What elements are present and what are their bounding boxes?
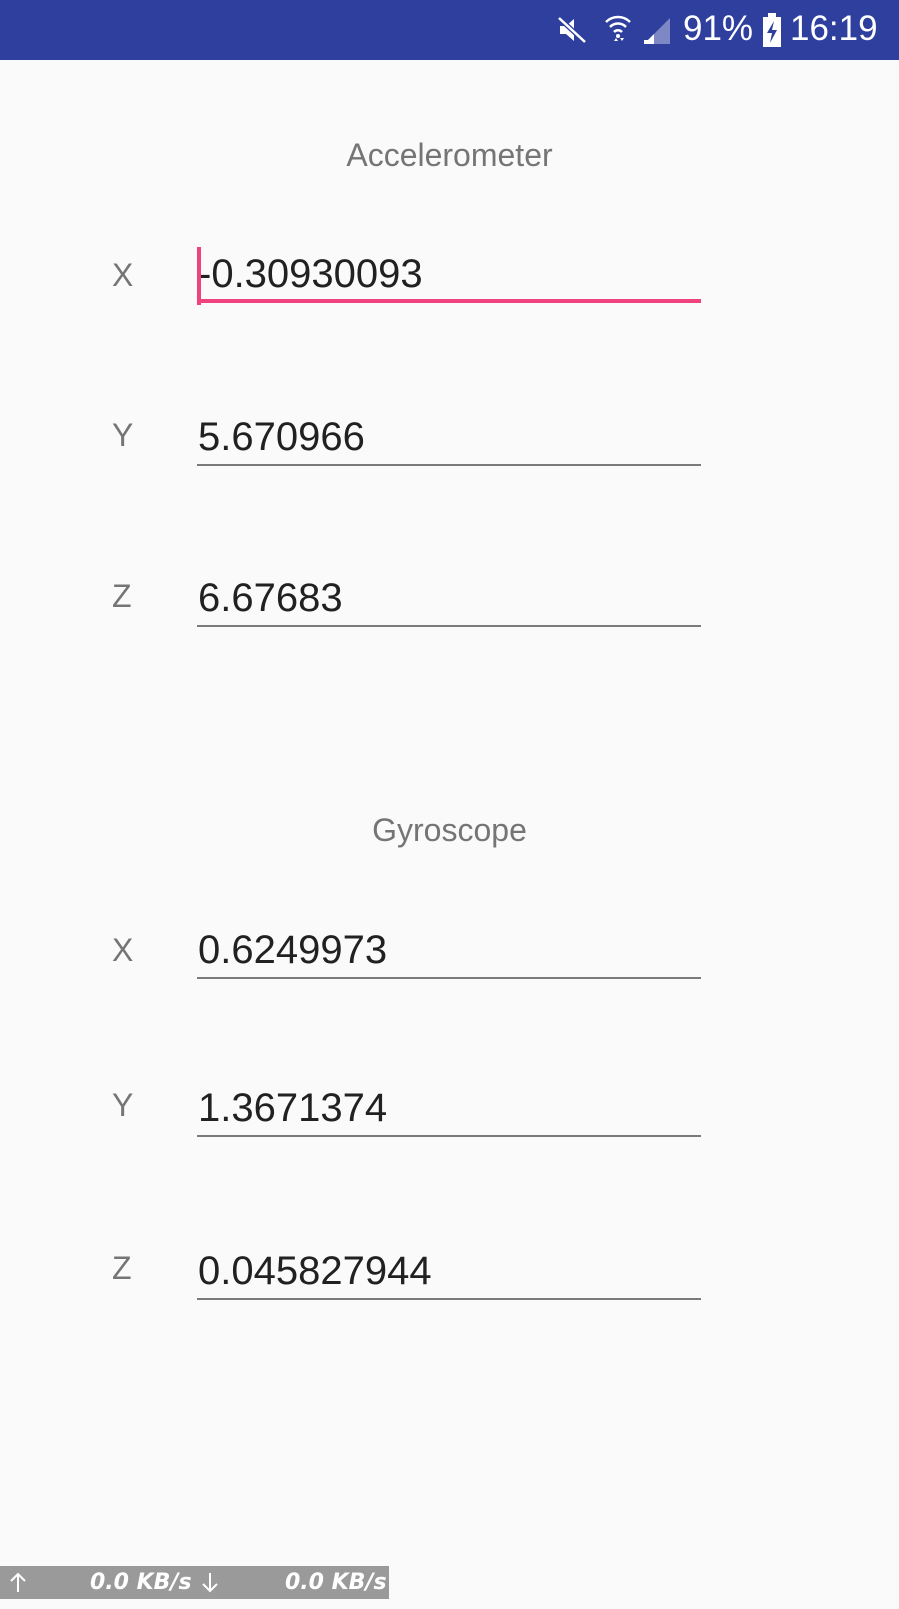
accel-z-label: Z — [112, 578, 132, 614]
gyroscope-title: Gyroscope — [372, 812, 527, 848]
gyro-y-label: Y — [112, 1087, 134, 1123]
signal-icon — [644, 18, 670, 44]
clock: 16:19 — [790, 9, 878, 48]
wifi-icon — [605, 15, 631, 41]
battery-charging-icon — [763, 13, 781, 47]
upload-speed: 0.0 KB/s — [90, 1570, 192, 1595]
status-bar: 91% 16:19 — [0, 0, 899, 60]
accel-x-label: X — [112, 257, 134, 293]
gyro-z-label: Z — [112, 1250, 132, 1286]
accel-z-field[interactable]: 6.67683 — [197, 569, 701, 627]
gyro-z-value: 0.045827944 — [198, 1249, 432, 1293]
arrow-up-icon — [8, 1566, 30, 1599]
download-speed: 0.0 KB/s — [285, 1570, 387, 1595]
gyro-z-field[interactable]: 0.045827944 — [197, 1242, 701, 1300]
accel-z-value: 6.67683 — [198, 576, 343, 620]
network-speed-overlay: 0.0 KB/s 0.0 KB/s — [0, 1566, 389, 1599]
accel-x-field[interactable]: -0.30930093 — [197, 245, 701, 305]
accel-y-field[interactable]: 5.670966 — [197, 408, 701, 466]
gyro-x-field[interactable]: 0.6249973 — [197, 921, 701, 979]
mute-icon — [557, 16, 587, 44]
gyro-y-value: 1.3671374 — [198, 1086, 388, 1130]
gyro-x-value: 0.6249973 — [198, 928, 388, 972]
battery-percent: 91% — [683, 9, 754, 48]
accel-x-value: -0.30930093 — [198, 252, 423, 296]
gyro-y-field[interactable]: 1.3671374 — [197, 1079, 701, 1137]
gyro-x-label: X — [112, 932, 134, 968]
accel-y-label: Y — [112, 417, 134, 453]
arrow-down-icon — [200, 1566, 222, 1599]
accel-y-value: 5.670966 — [198, 415, 365, 459]
text-cursor — [197, 247, 201, 305]
accelerometer-title: Accelerometer — [346, 137, 553, 173]
